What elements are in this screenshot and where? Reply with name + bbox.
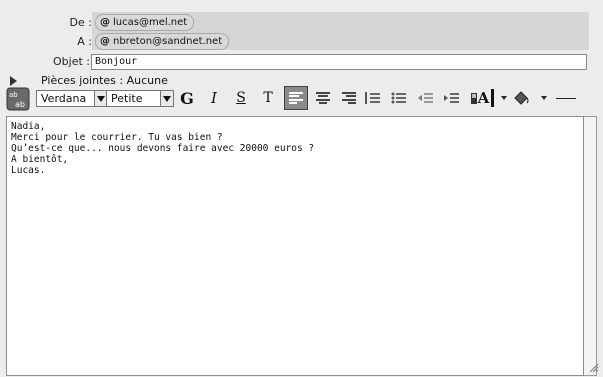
subject-field[interactable]: Bonjour [91, 54, 587, 70]
indent-button[interactable] [440, 86, 462, 110]
font-size-value: Petite [111, 92, 143, 105]
italic-button[interactable]: I [206, 86, 222, 110]
message-line: A bientôt, [11, 154, 69, 165]
align-left-button[interactable] [284, 86, 308, 110]
bullet-list-icon [391, 92, 406, 104]
attachments-disclosure-icon[interactable] [10, 75, 17, 86]
paint-bucket-icon [514, 91, 529, 105]
chevron-down-icon [501, 96, 507, 100]
numbered-list-icon [365, 92, 380, 104]
font-family-select[interactable]: Verdana [36, 90, 108, 107]
format-toolbar: ab ab Verdana Petite G I S T A [6, 86, 597, 112]
paint-bucket-button[interactable] [510, 86, 532, 110]
chevron-down-icon [541, 96, 547, 100]
message-line: Qu’est-ce que... nous devons faire avec … [11, 143, 315, 154]
outdent-icon [418, 93, 433, 103]
text-size-button[interactable]: T [260, 86, 276, 110]
at-icon: @ [100, 36, 110, 47]
svg-text:ab: ab [15, 100, 25, 109]
abc-style-icon: ab ab [6, 87, 30, 111]
text-color-dropdown[interactable] [500, 86, 508, 110]
outdent-button[interactable] [414, 86, 436, 110]
to-address-token[interactable]: @ nbreton@sandnet.net [95, 33, 230, 50]
align-left-icon [289, 92, 303, 104]
strike-button[interactable]: S [233, 86, 249, 110]
message-line: Nadia, [11, 121, 46, 132]
resize-grip-icon[interactable] [588, 362, 599, 373]
font-size-select[interactable]: Petite [106, 90, 174, 107]
to-address: nbreton@sandnet.net [113, 36, 223, 47]
plain-rich-toggle-button[interactable]: ab ab [6, 87, 30, 111]
text-color-glyph: A [477, 89, 490, 107]
highlight-icon [470, 93, 477, 104]
to-label: A : [77, 35, 92, 48]
from-address: lucas@mel.net [113, 17, 188, 28]
message-line: Lucas. [11, 165, 46, 176]
align-center-button[interactable] [312, 86, 334, 110]
vertical-scrollbar[interactable] [584, 116, 597, 376]
from-label: De : [69, 16, 92, 29]
font-family-value: Verdana [41, 92, 87, 105]
text-color-button[interactable]: A [466, 86, 498, 110]
message-body[interactable]: Nadia, Merci pour le courrier. Tu vas bi… [6, 116, 584, 376]
bullet-list-button[interactable] [388, 86, 410, 110]
color-swatch-icon [491, 89, 495, 107]
paint-bucket-dropdown[interactable] [540, 86, 548, 110]
numbered-list-button[interactable] [362, 86, 384, 110]
chevron-down-icon [160, 91, 173, 106]
from-address-token[interactable]: @ lucas@mel.net [95, 14, 195, 31]
indent-icon [444, 93, 459, 103]
at-icon: @ [100, 17, 110, 28]
horizontal-rule-button[interactable] [552, 86, 580, 110]
horizontal-rule-icon [556, 97, 576, 99]
align-center-icon [316, 92, 330, 104]
message-line: Merci pour le courrier. Tu vas bien ? [11, 132, 223, 143]
align-right-button[interactable] [338, 86, 360, 110]
bold-button[interactable]: G [178, 86, 196, 110]
subject-label: Objet : [53, 55, 90, 68]
svg-text:ab: ab [9, 91, 18, 99]
align-right-icon [342, 92, 356, 104]
